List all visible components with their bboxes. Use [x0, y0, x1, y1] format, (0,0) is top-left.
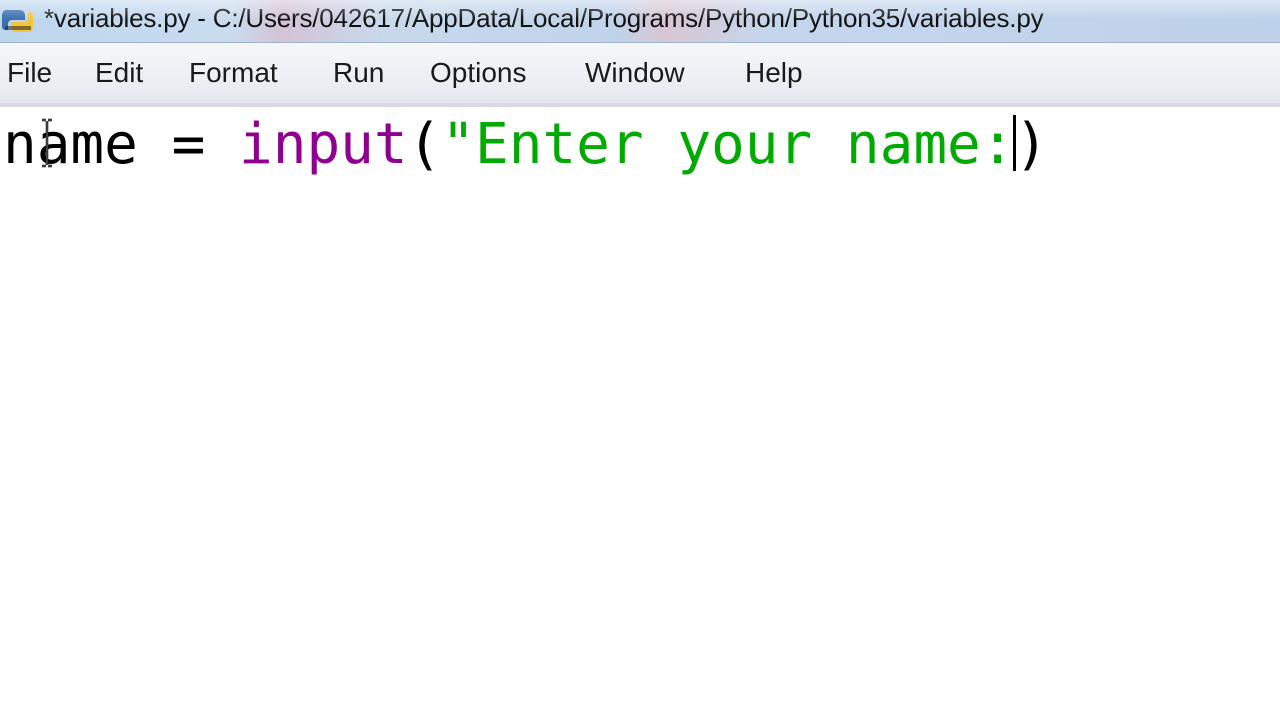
code-editor[interactable]: name = input("Enter your name:) [0, 107, 1280, 720]
python-idle-icon [2, 9, 33, 32]
code-variable: name [3, 112, 138, 177]
window-title: *variables.py - C:/Users/042617/AppData/… [44, 3, 1044, 33]
code-close-paren: ) [1014, 112, 1049, 177]
menu-bar: File Edit Format Run Options Window Help [0, 43, 1280, 107]
code-operator: = [137, 112, 240, 177]
idle-editor-window: *variables.py - C:/Users/042617/AppData/… [0, 0, 1280, 720]
menu-edit[interactable]: Edit [95, 55, 143, 91]
menu-run[interactable]: Run [333, 55, 384, 91]
code-builtin-function: input [239, 112, 408, 177]
code-line[interactable]: name = input("Enter your name:) [3, 111, 1048, 179]
menu-file[interactable]: File [7, 55, 52, 91]
menu-window[interactable]: Window [585, 55, 685, 91]
menu-format[interactable]: Format [189, 55, 278, 91]
menu-options[interactable]: Options [430, 55, 527, 91]
menu-help[interactable]: Help [745, 55, 803, 91]
code-open-paren: ( [407, 112, 442, 177]
code-string-literal: "Enter your name: [441, 112, 1015, 177]
text-ibeam-cursor-icon [42, 118, 52, 168]
title-bar[interactable]: *variables.py - C:/Users/042617/AppData/… [0, 0, 1280, 43]
